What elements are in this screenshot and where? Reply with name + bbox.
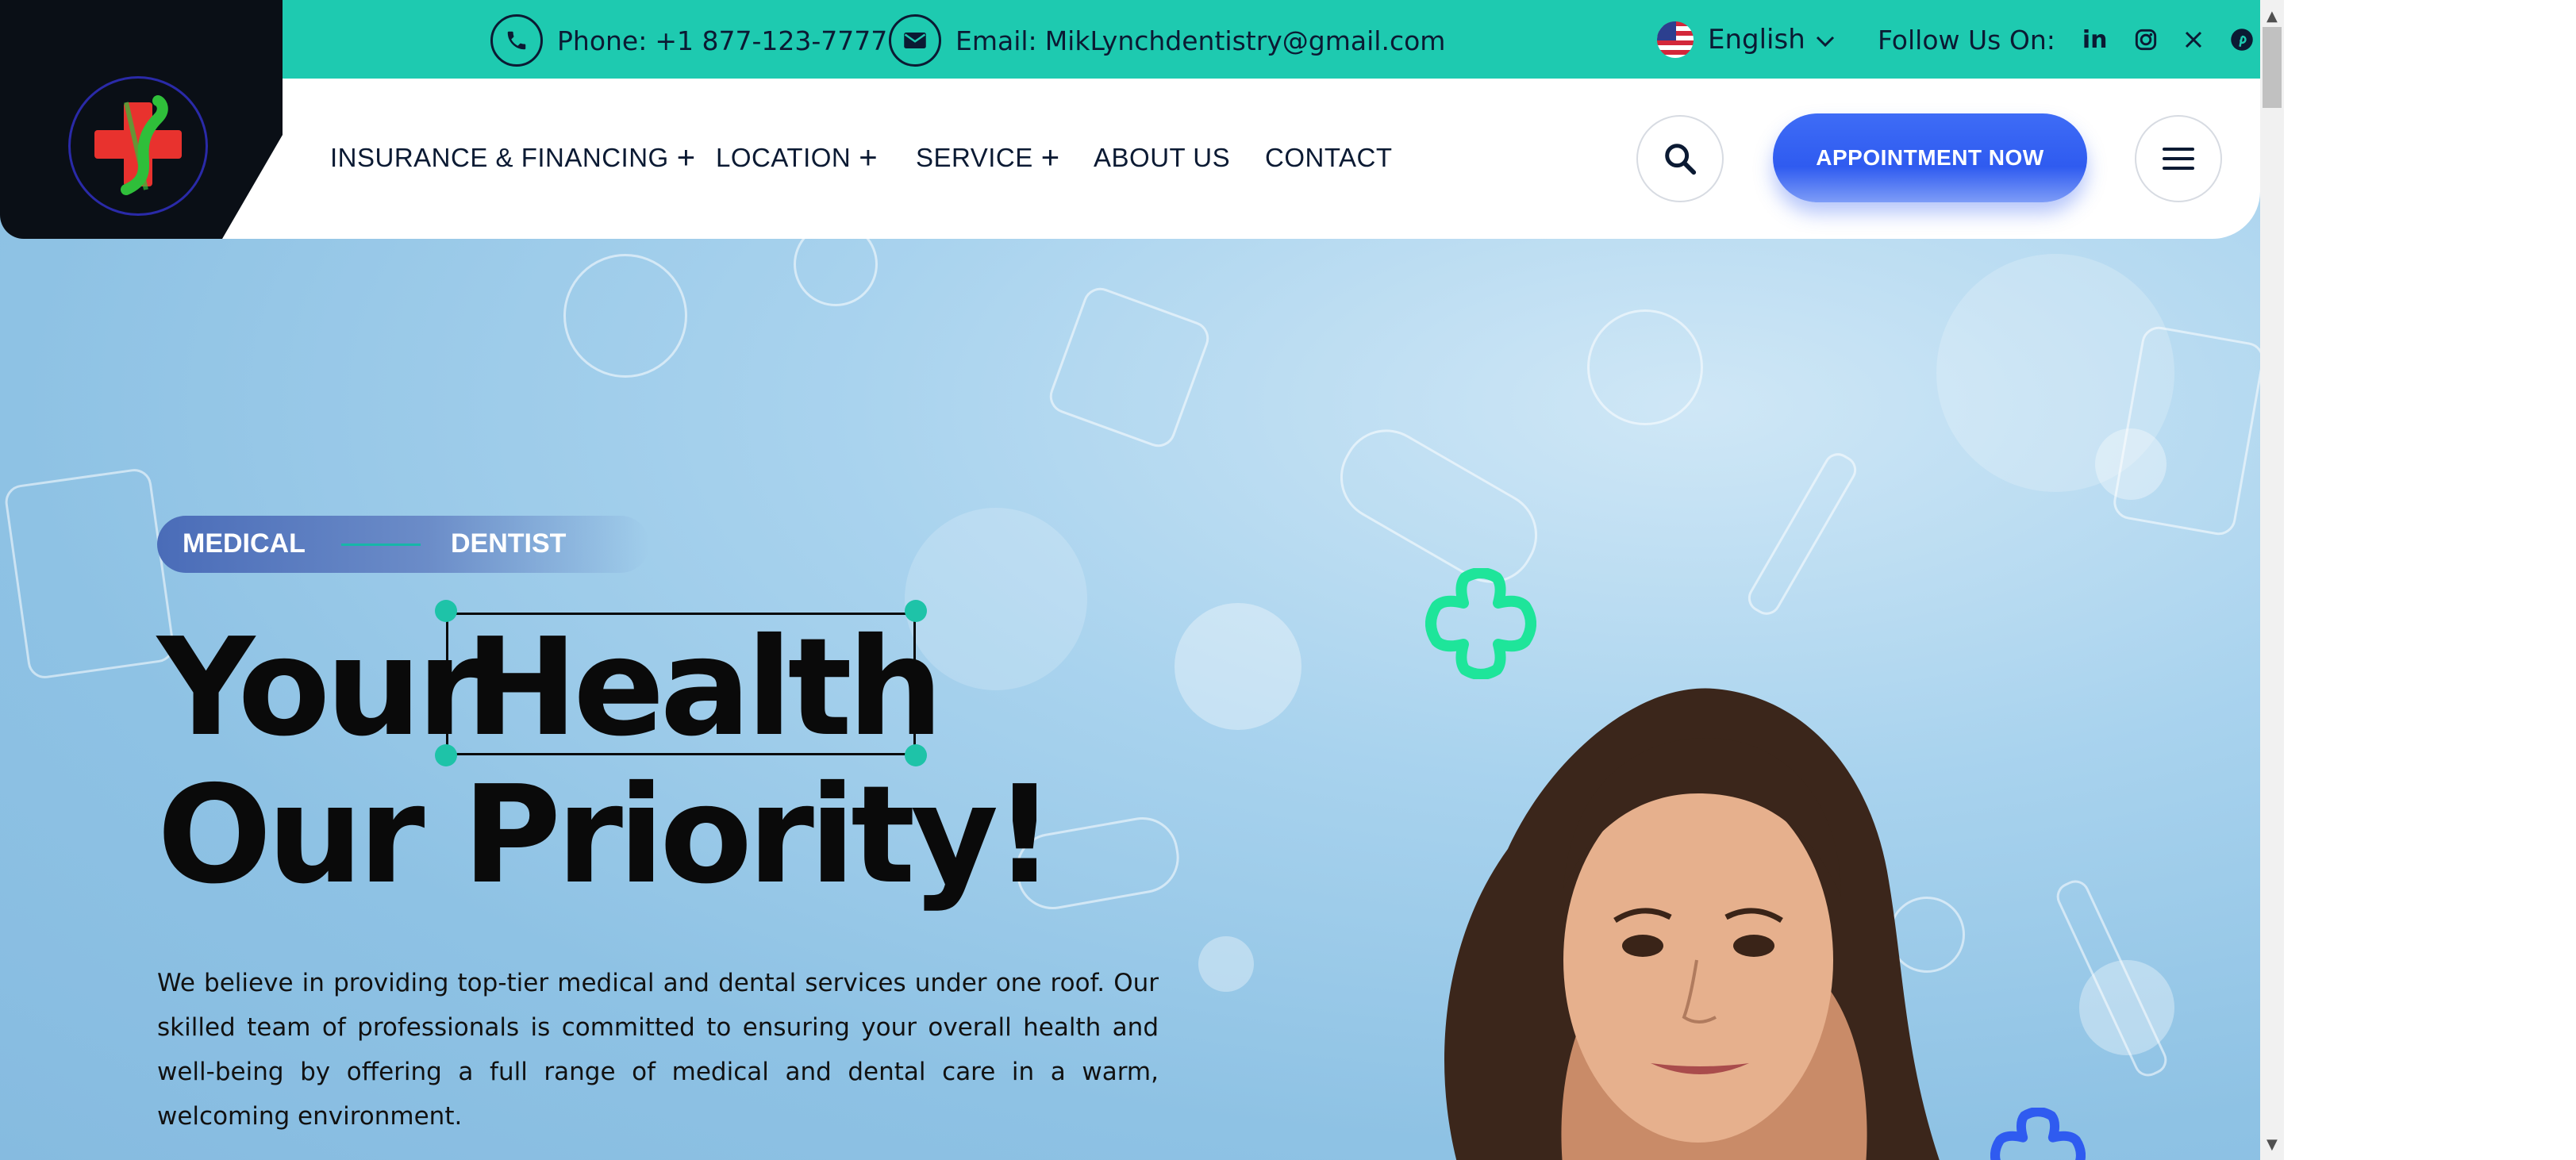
- language-selector[interactable]: English: [1657, 17, 1836, 62]
- follow-label: Follow Us On:: [1878, 24, 2055, 56]
- nav-item-label: SERVICE: [916, 143, 1033, 172]
- headline-word-your: Your: [157, 609, 483, 766]
- doctor-portrait-image: [1444, 688, 1940, 1160]
- scroll-down-arrow-icon[interactable]: ▼: [2266, 1136, 2278, 1153]
- nav-item-service[interactable]: SERVICE +: [916, 140, 1060, 175]
- hamburger-menu-icon: [2163, 148, 2194, 170]
- plus-icon: +: [859, 140, 879, 175]
- search-button[interactable]: [1636, 115, 1724, 202]
- nav-item-label: LOCATION: [716, 143, 852, 172]
- pinterest-icon[interactable]: [2230, 28, 2254, 52]
- phone-contact[interactable]: Phone: +1 877-123-7777: [490, 13, 887, 68]
- scroll-up-arrow-icon[interactable]: ▲: [2266, 8, 2278, 25]
- site-logo[interactable]: [68, 76, 208, 216]
- plus-icon: +: [1040, 140, 1060, 175]
- frame-handle: [435, 600, 457, 622]
- envelope-icon: [889, 14, 941, 67]
- blue-cross-icon: [1990, 1108, 2086, 1160]
- linkedin-icon[interactable]: in: [2082, 26, 2108, 54]
- page: Phone: +1 877-123-7777 Email: MikLynchde…: [0, 0, 2260, 1160]
- phone-icon: [490, 14, 543, 67]
- nav-item-label: INSURANCE & FINANCING: [330, 143, 669, 172]
- top-bar: Phone: +1 877-123-7777 Email: MikLynchde…: [283, 0, 2260, 79]
- scrollbar[interactable]: [2260, 0, 2284, 1160]
- language-label: English: [1708, 24, 1805, 56]
- headline-line-2: Our Priority!: [157, 757, 1055, 914]
- menu-button[interactable]: [2135, 115, 2222, 202]
- medical-cross-logo-icon: [94, 95, 182, 195]
- us-flag-icon: [1657, 21, 1694, 58]
- email-address[interactable]: MikLynchdentistry@gmail.com: [1045, 25, 1446, 56]
- social-links: Follow Us On: in: [1878, 17, 2254, 62]
- nav-item-location[interactable]: LOCATION +: [716, 140, 878, 175]
- nav-item-label: ABOUT US: [1094, 143, 1231, 172]
- scrollbar-thumb[interactable]: [2263, 27, 2282, 108]
- search-icon: [1665, 144, 1697, 175]
- hero-tag: MEDICAL DENTIST: [157, 516, 649, 573]
- headline-highlight-frame: [446, 613, 916, 755]
- nav-item-contact[interactable]: CONTACT: [1265, 140, 1393, 175]
- instagram-icon[interactable]: [2135, 29, 2157, 51]
- appointment-button[interactable]: APPOINTMENT NOW: [1773, 113, 2087, 202]
- logo-panel-cut: [222, 135, 283, 239]
- tag-divider: [341, 544, 421, 546]
- hero-paragraph: We believe in providing top-tier medical…: [157, 969, 1159, 1131]
- plus-icon: +: [676, 140, 696, 175]
- nav-item-insurance-financing[interactable]: INSURANCE & FINANCING +: [330, 140, 696, 175]
- tag-medical: MEDICAL: [183, 528, 306, 559]
- email-label: Email:: [955, 25, 1037, 56]
- chevron-down-icon: [1815, 24, 1836, 56]
- main-nav: INSURANCE & FINANCING + LOCATION + SERVI…: [283, 79, 2260, 239]
- nav-item-label: CONTACT: [1265, 143, 1393, 172]
- tag-dentist: DENTIST: [451, 528, 567, 559]
- email-contact[interactable]: Email: MikLynchdentistry@gmail.com: [889, 13, 1445, 68]
- nav-item-about-us[interactable]: ABOUT US: [1094, 140, 1230, 175]
- phone-number[interactable]: +1 877-123-7777: [655, 25, 887, 56]
- x-icon[interactable]: [2184, 30, 2203, 49]
- frame-handle: [905, 600, 927, 622]
- phone-label: Phone:: [557, 25, 648, 56]
